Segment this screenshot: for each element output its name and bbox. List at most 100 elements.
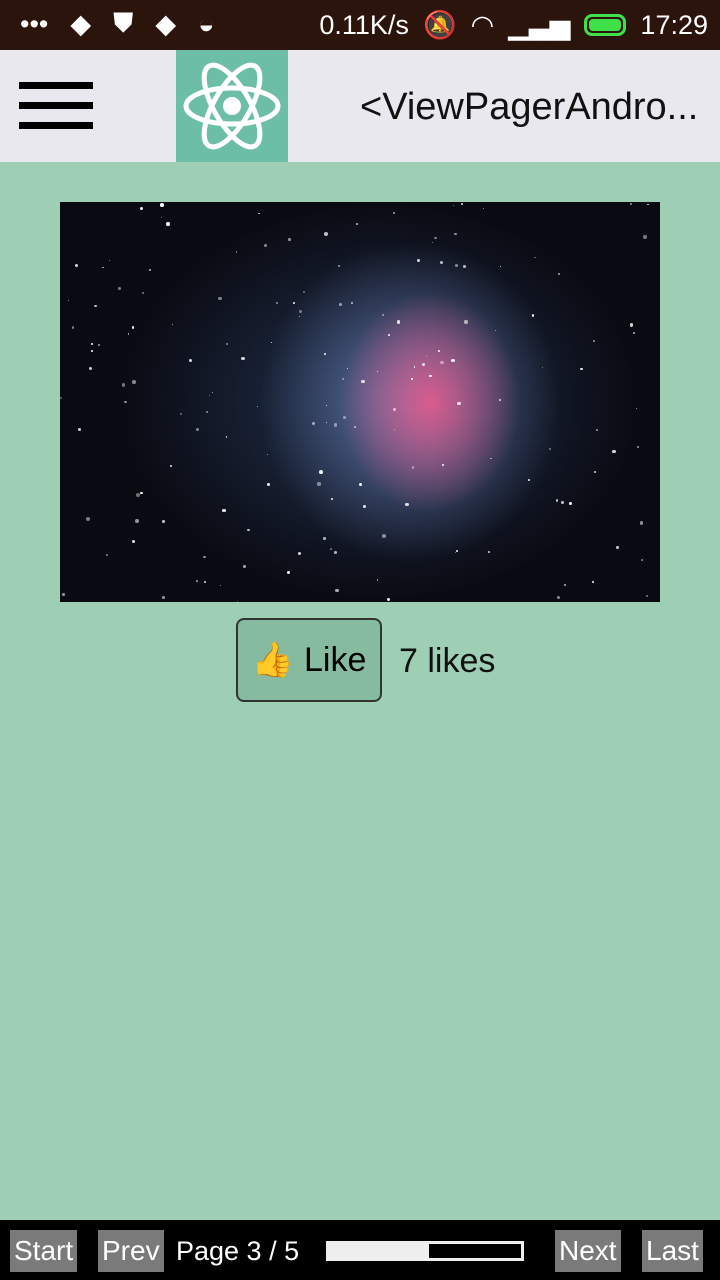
star xyxy=(564,583,567,586)
star xyxy=(499,398,502,401)
star xyxy=(189,359,193,363)
wifi-icon: ◠ xyxy=(470,9,495,40)
star xyxy=(222,508,226,513)
star xyxy=(131,326,135,329)
star xyxy=(68,300,70,302)
star xyxy=(341,378,344,381)
star xyxy=(640,559,643,562)
page-progress-fill xyxy=(329,1244,429,1258)
star xyxy=(205,410,209,414)
star xyxy=(135,519,139,523)
star xyxy=(616,546,620,550)
star xyxy=(413,366,416,369)
hamburger-menu-icon[interactable] xyxy=(19,82,93,130)
star xyxy=(267,483,270,487)
nebula-image xyxy=(60,202,660,602)
star xyxy=(77,427,81,431)
next-button[interactable]: Next xyxy=(555,1230,621,1272)
app-bar: <ViewPagerAndro... xyxy=(0,50,720,162)
star xyxy=(136,493,140,497)
star xyxy=(337,264,341,268)
star xyxy=(454,551,457,554)
star xyxy=(405,502,409,507)
star xyxy=(203,555,206,559)
star xyxy=(317,482,321,486)
star xyxy=(94,304,97,308)
star xyxy=(490,457,492,460)
star xyxy=(531,313,535,317)
star xyxy=(463,265,466,268)
star xyxy=(121,383,126,387)
android-icon: ◒ xyxy=(198,8,215,39)
star xyxy=(335,588,339,593)
star xyxy=(417,259,421,263)
star xyxy=(633,331,636,335)
star xyxy=(106,554,108,556)
star xyxy=(558,273,561,276)
star xyxy=(434,236,437,239)
page-title: <ViewPagerAndro... xyxy=(360,86,699,128)
star xyxy=(629,323,634,328)
star xyxy=(124,400,127,403)
star xyxy=(98,344,101,346)
star xyxy=(350,302,354,305)
star xyxy=(333,550,337,554)
star xyxy=(421,362,426,366)
star xyxy=(109,259,111,261)
prev-button[interactable]: Prev xyxy=(98,1230,164,1272)
like-label: Like xyxy=(303,640,367,679)
star xyxy=(298,310,302,314)
star xyxy=(393,428,396,431)
star xyxy=(131,540,136,544)
mute-icon: 🔕 xyxy=(422,10,457,40)
star xyxy=(382,313,385,316)
star xyxy=(548,447,552,451)
star xyxy=(592,581,595,584)
star xyxy=(354,426,356,428)
star xyxy=(594,470,597,473)
star xyxy=(71,325,75,329)
star xyxy=(358,483,362,487)
star xyxy=(180,413,182,416)
thumbs-up-icon: 👍 xyxy=(251,641,294,679)
star xyxy=(636,445,639,448)
star xyxy=(499,266,502,268)
star xyxy=(220,584,222,586)
star xyxy=(311,422,315,426)
star xyxy=(438,350,441,353)
star xyxy=(455,263,459,267)
clock: 17:29 xyxy=(640,9,708,40)
last-button[interactable]: Last xyxy=(642,1230,703,1272)
star xyxy=(263,243,268,247)
star xyxy=(171,323,173,325)
star xyxy=(256,406,258,408)
react-atom-icon xyxy=(176,50,288,162)
star xyxy=(376,370,379,372)
star xyxy=(74,263,78,267)
star xyxy=(140,207,144,211)
battery-icon xyxy=(584,14,627,36)
star xyxy=(62,593,66,597)
like-button[interactable]: 👍 Like xyxy=(236,618,382,702)
star xyxy=(88,366,92,370)
star xyxy=(346,367,348,369)
start-button[interactable]: Start xyxy=(10,1230,78,1272)
star xyxy=(258,213,260,215)
star xyxy=(161,216,163,219)
star xyxy=(635,407,637,409)
star xyxy=(91,349,94,352)
star xyxy=(204,581,206,584)
star xyxy=(141,291,144,294)
star xyxy=(487,550,490,553)
star xyxy=(235,251,238,253)
star xyxy=(288,238,291,241)
star xyxy=(297,551,302,555)
star xyxy=(356,222,359,225)
star xyxy=(534,256,536,259)
star xyxy=(149,268,151,271)
star xyxy=(429,374,432,377)
star xyxy=(319,470,324,475)
star xyxy=(363,505,366,509)
star xyxy=(90,342,93,345)
star xyxy=(392,211,395,214)
